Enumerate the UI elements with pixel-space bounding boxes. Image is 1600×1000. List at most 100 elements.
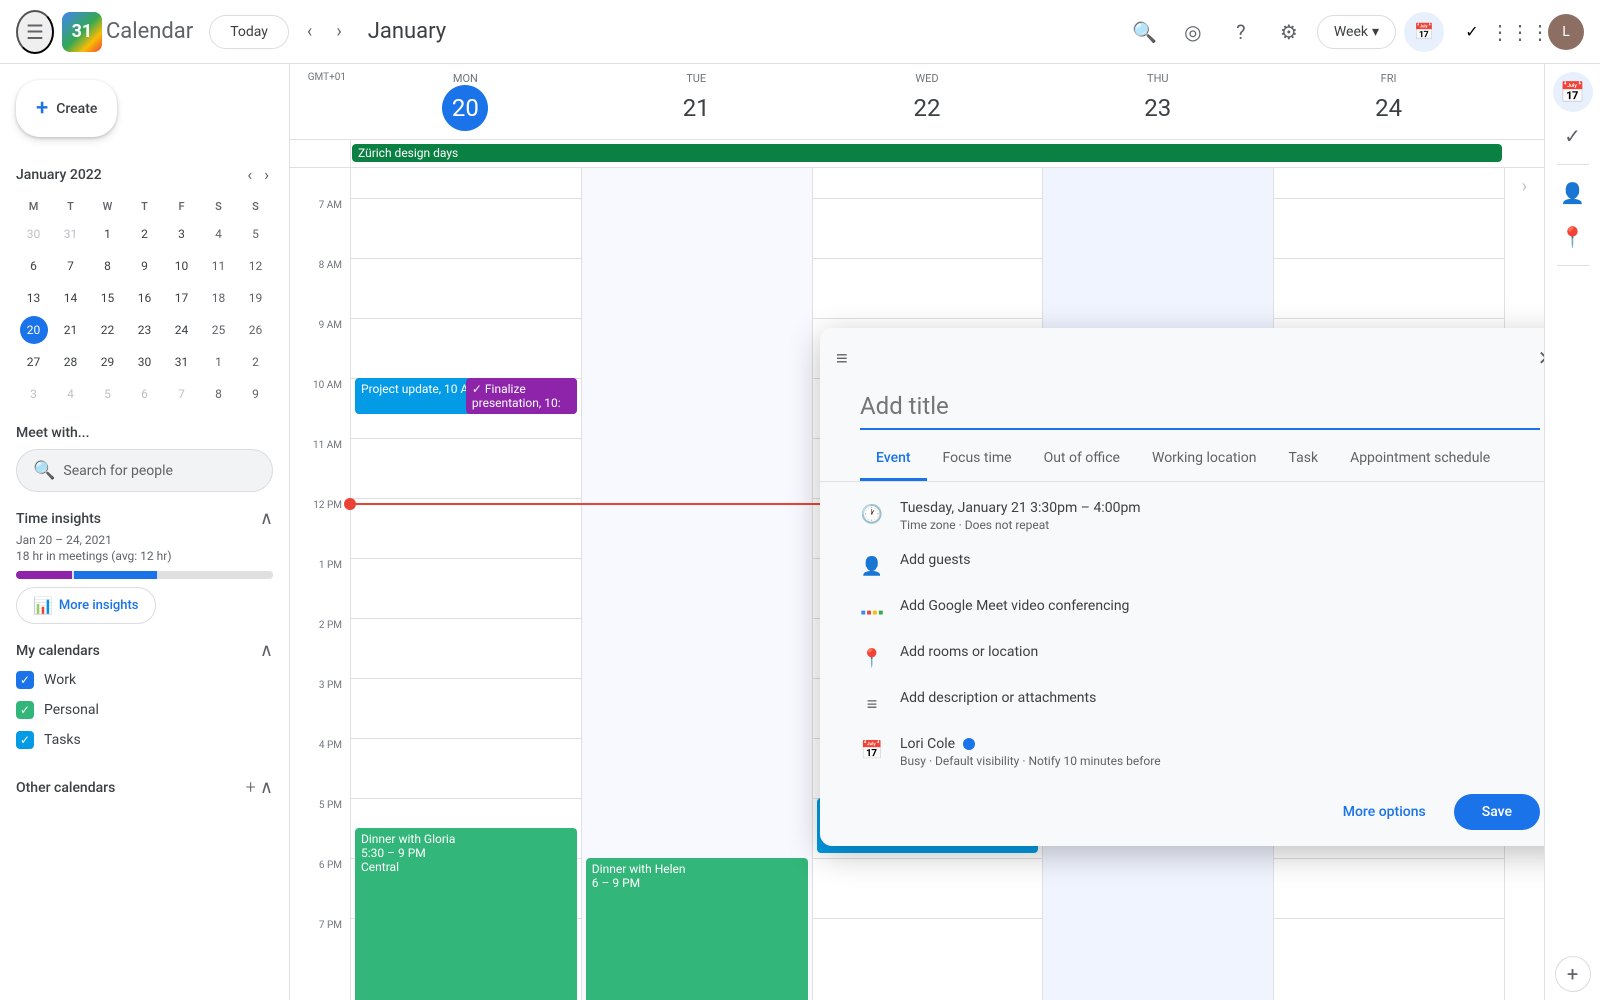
- mini-cal-day[interactable]: 18: [205, 284, 233, 312]
- assistant-button[interactable]: ◎: [1173, 12, 1213, 52]
- mini-cal-day[interactable]: 9: [131, 252, 159, 280]
- mini-cal-day[interactable]: 23: [131, 316, 159, 344]
- more-insights-button[interactable]: 📊 More insights: [16, 587, 156, 624]
- mini-cal-day[interactable]: 3: [168, 220, 196, 248]
- mini-cal-day[interactable]: 30: [20, 220, 48, 248]
- next-button[interactable]: ›: [326, 15, 351, 48]
- mini-cal-day[interactable]: 19: [242, 284, 270, 312]
- mini-cal-day[interactable]: 16: [131, 284, 159, 312]
- day-num-21[interactable]: 21: [673, 85, 719, 131]
- mini-cal-day[interactable]: 6: [131, 380, 159, 408]
- settings-button[interactable]: ⚙: [1269, 12, 1309, 52]
- mini-cal-day[interactable]: 4: [205, 220, 233, 248]
- view-selector[interactable]: Week ▾: [1317, 15, 1396, 49]
- mini-cal-day[interactable]: 31: [168, 348, 196, 376]
- right-panel-tasks-icon[interactable]: ✓: [1553, 116, 1593, 156]
- right-panel-maps-icon[interactable]: 📍: [1553, 217, 1593, 257]
- other-cal-toggle[interactable]: ∧: [260, 777, 273, 798]
- mini-cal-day-today[interactable]: 20: [20, 316, 48, 344]
- mini-cal-day[interactable]: 14: [57, 284, 85, 312]
- mini-cal-day[interactable]: 30: [131, 348, 159, 376]
- today-button[interactable]: Today: [209, 15, 289, 49]
- day-num-22[interactable]: 22: [904, 85, 950, 131]
- meet-with-section: Meet with... 🔍 Search for people: [0, 417, 289, 500]
- tasks-view-button[interactable]: ✓: [1452, 12, 1492, 52]
- mini-cal-day[interactable]: 1: [94, 220, 122, 248]
- mini-cal-day[interactable]: 28: [57, 348, 85, 376]
- user-avatar[interactable]: L: [1548, 14, 1584, 50]
- mini-cal-day[interactable]: 8: [94, 252, 122, 280]
- tab-task[interactable]: Task: [1273, 438, 1335, 481]
- dinner-helen-event[interactable]: Dinner with Helen 6 – 9 PM: [586, 858, 808, 1000]
- mini-cal-day[interactable]: 9: [242, 380, 270, 408]
- mini-cal-day[interactable]: 5: [94, 380, 122, 408]
- tab-event[interactable]: Event: [860, 438, 927, 481]
- calendar-tasks[interactable]: ✓ Tasks: [16, 725, 273, 755]
- hamburger-menu[interactable]: ☰: [16, 10, 54, 54]
- mini-cal-day[interactable]: 7: [57, 252, 85, 280]
- mini-cal-day[interactable]: 2: [131, 220, 159, 248]
- search-button[interactable]: 🔍: [1125, 12, 1165, 52]
- mini-cal-day[interactable]: 27: [20, 348, 48, 376]
- mini-cal-day[interactable]: 4: [57, 380, 85, 408]
- mini-cal-day[interactable]: 10: [168, 252, 196, 280]
- add-guests-link[interactable]: Add guests: [900, 552, 970, 568]
- right-panel-calendar-icon[interactable]: 📅: [1553, 72, 1593, 112]
- mini-cal-day[interactable]: 21: [57, 316, 85, 344]
- mini-cal-day[interactable]: 7: [168, 380, 196, 408]
- mini-cal-day[interactable]: 12: [242, 252, 270, 280]
- tab-location[interactable]: Working location: [1136, 438, 1273, 481]
- mini-cal-prev[interactable]: ‹: [243, 161, 256, 188]
- tab-appointment[interactable]: Appointment schedule: [1334, 438, 1506, 481]
- day-num-23[interactable]: 23: [1135, 85, 1181, 131]
- right-panel-add-button[interactable]: +: [1555, 956, 1591, 992]
- mini-cal-day[interactable]: 31: [57, 220, 85, 248]
- tab-ooo[interactable]: Out of office: [1028, 438, 1136, 481]
- description-link[interactable]: Add description or attachments: [900, 690, 1096, 706]
- finalize-event[interactable]: ✓ Finalize presentation, 10:: [466, 378, 577, 414]
- help-button[interactable]: ?: [1221, 12, 1261, 52]
- day-num-20[interactable]: 20: [442, 85, 488, 131]
- my-calendars-toggle[interactable]: ∧: [260, 640, 273, 661]
- calendar-work[interactable]: ✓ Work: [16, 665, 273, 695]
- more-options-button[interactable]: More options: [1327, 796, 1442, 828]
- calendar-view-button[interactable]: 📅: [1404, 12, 1444, 52]
- modal-close-button[interactable]: ✕: [1528, 340, 1544, 376]
- calendar-user: Lori Cole: [900, 736, 955, 752]
- save-button[interactable]: Save: [1454, 794, 1540, 830]
- event-datetime[interactable]: Tuesday, January 21 3:30pm – 4:00pm: [900, 500, 1540, 516]
- mini-cal-day[interactable]: 1: [205, 348, 233, 376]
- tab-focus[interactable]: Focus time: [927, 438, 1028, 481]
- mini-cal-day[interactable]: 26: [242, 316, 270, 344]
- mini-cal-day[interactable]: 6: [20, 252, 48, 280]
- dinner-gloria-event[interactable]: Dinner with Gloria 5:30 – 9 PM Central: [355, 828, 577, 1000]
- mini-cal-day[interactable]: 3: [20, 380, 48, 408]
- mini-cal-day[interactable]: 17: [168, 284, 196, 312]
- prev-button[interactable]: ‹: [297, 15, 322, 48]
- mini-cal-day[interactable]: 24: [168, 316, 196, 344]
- day-num-24[interactable]: 24: [1366, 85, 1412, 131]
- zurich-design-days-event[interactable]: Zürich design days: [352, 144, 1502, 162]
- mini-cal-day[interactable]: 11: [205, 252, 233, 280]
- search-people-button[interactable]: 🔍 Search for people: [16, 449, 273, 492]
- other-cal-add[interactable]: +: [246, 777, 256, 798]
- event-creation-modal: ≡ ✕ Event Focus time Out of office Worki…: [820, 328, 1544, 846]
- mini-cal-day[interactable]: 29: [94, 348, 122, 376]
- create-button[interactable]: + Create: [16, 80, 117, 137]
- mini-cal-day[interactable]: 25: [205, 316, 233, 344]
- apps-grid-button[interactable]: ⋮⋮⋮: [1500, 12, 1540, 52]
- mini-cal-day[interactable]: 8: [205, 380, 233, 408]
- mini-cal-day[interactable]: 22: [94, 316, 122, 344]
- event-title-input[interactable]: [860, 384, 1540, 430]
- location-link[interactable]: Add rooms or location: [900, 644, 1038, 660]
- time-insights-toggle[interactable]: ∧: [260, 508, 273, 529]
- mini-cal-day[interactable]: 15: [94, 284, 122, 312]
- col-mon: Project update, 10 AM ✓ Finalize present…: [350, 168, 581, 1000]
- mini-cal-day[interactable]: 13: [20, 284, 48, 312]
- calendar-personal[interactable]: ✓ Personal: [16, 695, 273, 725]
- mini-cal-next[interactable]: ›: [260, 161, 273, 188]
- mini-cal-day[interactable]: 5: [242, 220, 270, 248]
- right-panel-people-icon[interactable]: 👤: [1553, 173, 1593, 213]
- meet-link[interactable]: Add Google Meet video conferencing: [900, 598, 1129, 614]
- mini-cal-day[interactable]: 2: [242, 348, 270, 376]
